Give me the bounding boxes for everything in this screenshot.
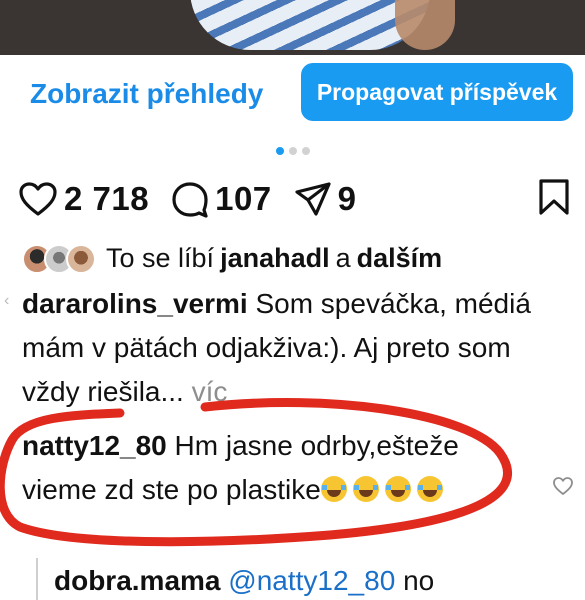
comment-like-heart-icon[interactable] — [552, 476, 574, 501]
comment-action[interactable]: 107 — [171, 180, 272, 218]
striped-garment — [190, 0, 430, 50]
post-caption: dararolins_vermi Som speváčka, médiá mám… — [22, 282, 542, 414]
comment-author[interactable]: natty12_80 — [22, 430, 167, 461]
share-icon[interactable] — [294, 180, 332, 218]
liker-avatars — [22, 243, 96, 274]
laughing-emoji-icon — [416, 476, 443, 502]
chevron-left-icon: ‹ — [4, 292, 10, 309]
bookmark-icon[interactable] — [538, 178, 570, 221]
emoji-group — [320, 474, 449, 505]
like-action[interactable]: 2 718 — [18, 180, 149, 218]
share-count: 9 — [337, 180, 357, 217]
liked-by-prefix: To se líbí — [106, 243, 215, 273]
caption-more-link[interactable]: víc — [192, 376, 228, 407]
comment: natty12_80 Hm jasne odrby,ešteže vieme z… — [22, 424, 532, 512]
carousel-dot-active — [276, 147, 284, 155]
reply-comment: dobra.mama @natty12_80 no — [54, 563, 434, 599]
reply-thread-line — [36, 558, 38, 600]
promote-post-button[interactable]: Propagovat příspěvek — [301, 63, 573, 121]
heart-icon[interactable] — [18, 181, 58, 217]
action-bar: 2 718 107 9 — [18, 175, 379, 223]
carousel-dot — [289, 147, 297, 155]
comment-icon[interactable] — [171, 180, 209, 218]
caption-author[interactable]: dararolins_vermi — [22, 288, 248, 319]
like-count: 2 718 — [64, 180, 150, 217]
liked-by-others[interactable]: dalším — [357, 243, 443, 273]
post-image[interactable] — [0, 0, 585, 55]
laughing-emoji-icon — [320, 476, 347, 502]
carousel-dot — [302, 147, 310, 155]
comment-count: 107 — [215, 180, 272, 217]
laughing-emoji-icon — [384, 476, 411, 502]
share-action[interactable]: 9 — [294, 180, 357, 218]
avatar — [66, 243, 96, 274]
liked-by-line[interactable]: To se líbí janahadl a dalším — [22, 243, 448, 274]
liked-by-user[interactable]: janahadl — [220, 243, 330, 273]
liked-by-conj: a — [335, 243, 351, 273]
reply-mention[interactable]: @natty12_80 — [228, 565, 395, 596]
reply-text: no — [403, 565, 435, 596]
view-insights-button[interactable]: Zobrazit přehledy — [30, 78, 263, 110]
laughing-emoji-icon — [352, 476, 379, 502]
photo-detail — [395, 0, 455, 50]
carousel-indicator — [276, 147, 310, 155]
reply-author[interactable]: dobra.mama — [54, 565, 221, 596]
